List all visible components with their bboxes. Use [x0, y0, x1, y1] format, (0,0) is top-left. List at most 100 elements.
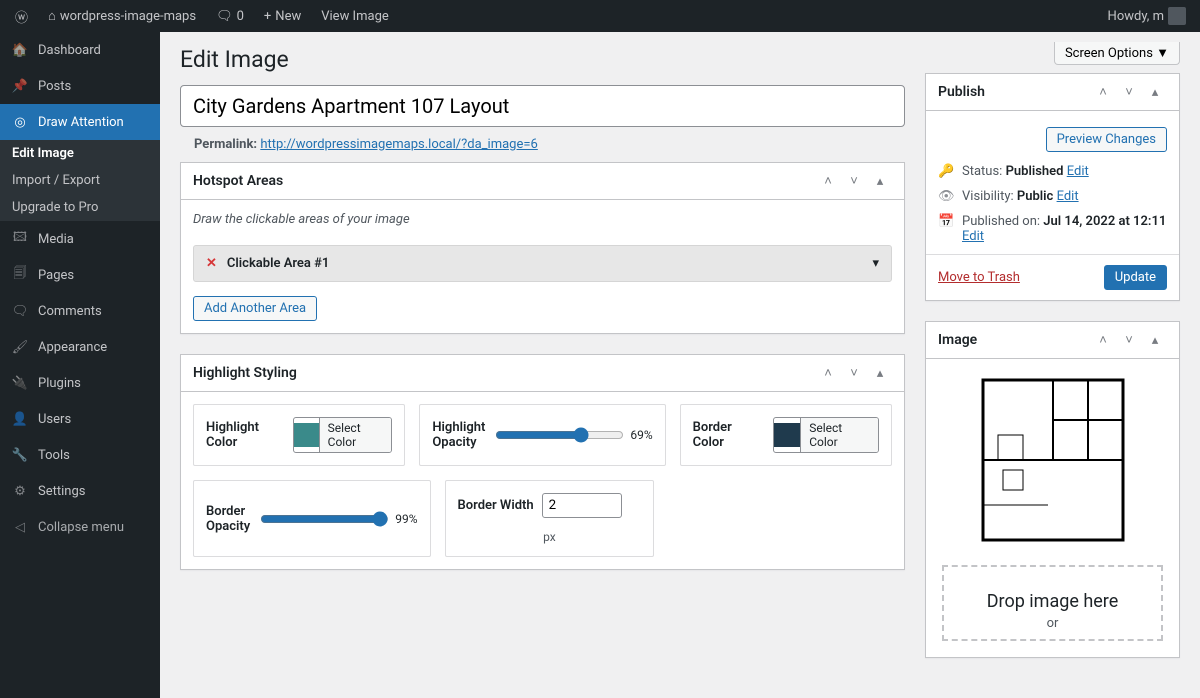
visibility-label: Visibility: [962, 189, 1014, 204]
published-value: Jul 14, 2022 at 12:11 [1043, 214, 1166, 229]
menu-media[interactable]: 🖾 Media [0, 221, 160, 257]
border-color-label: Border Color [693, 420, 763, 450]
border-select-color-button[interactable]: Select Color [800, 418, 878, 452]
submenu-upgrade[interactable]: Upgrade to Pro [0, 194, 160, 221]
menu-appearance-label: Appearance [38, 340, 107, 355]
border-opacity-slider[interactable] [260, 511, 389, 527]
edit-date-link[interactable]: Edit [962, 229, 984, 244]
panel-toggle[interactable]: ▴ [1143, 80, 1167, 104]
new-content[interactable]: + New [257, 9, 308, 24]
menu-settings[interactable]: ⚙ Settings [0, 473, 160, 509]
image-panel: Image ˄ ˅ ▴ [925, 321, 1180, 658]
menu-draw-attention[interactable]: ◎ Draw Attention [0, 104, 160, 140]
panel-move-up[interactable]: ˄ [816, 361, 840, 385]
chevron-up-icon: ˄ [824, 173, 832, 189]
comment-icon: 🗨 [10, 301, 30, 321]
calendar-icon: 📅 [938, 214, 954, 229]
hotspot-instruction: Draw the clickable areas of your image [193, 212, 892, 227]
panel-move-down[interactable]: ˅ [1117, 328, 1141, 352]
wp-logo[interactable]: ⓦ [8, 7, 35, 26]
floorplan-thumbnail[interactable] [978, 375, 1128, 545]
screen-options-button[interactable]: Screen Options ▼ [1054, 42, 1180, 65]
view-image-label: View Image [321, 9, 389, 24]
menu-dashboard[interactable]: 🏠 Dashboard [0, 32, 160, 68]
update-button[interactable]: Update [1104, 265, 1167, 290]
menu-posts[interactable]: 📌 Posts [0, 68, 160, 104]
menu-comments-label: Comments [38, 304, 102, 319]
edit-status-link[interactable]: Edit [1067, 164, 1089, 179]
panel-move-down[interactable]: ˅ [1117, 80, 1141, 104]
menu-settings-label: Settings [38, 484, 85, 499]
highlight-opacity-slider[interactable] [495, 427, 624, 443]
site-name-text: wordpress-image-maps [60, 9, 196, 24]
border-opacity-value: 99% [395, 512, 417, 526]
avatar[interactable] [1168, 7, 1186, 25]
page-icon: 🗐 [10, 265, 30, 285]
users-icon: 👤 [10, 409, 30, 429]
panel-toggle[interactable]: ▴ [868, 169, 892, 193]
chevron-down-icon: ˅ [1125, 332, 1133, 348]
page-title: Edit Image [180, 46, 905, 73]
highlight-select-color-button[interactable]: Select Color [319, 418, 392, 452]
menu-pages[interactable]: 🗐 Pages [0, 257, 160, 293]
edit-visibility-link[interactable]: Edit [1057, 189, 1079, 204]
site-name-link[interactable]: ⌂ wordpress-image-maps [41, 8, 203, 24]
pin-icon: 📌 [10, 76, 30, 96]
area-expand-toggle[interactable]: ▾ [872, 256, 879, 271]
published-label: Published on: [962, 214, 1040, 229]
move-to-trash-link[interactable]: Move to Trash [938, 270, 1020, 285]
permalink-row: Permalink: http://wordpressimagemaps.loc… [180, 127, 905, 162]
border-width-label: Border Width [458, 498, 534, 513]
triangle-down-icon: ▾ [872, 256, 879, 271]
collapse-menu[interactable]: ◁ Collapse menu [0, 509, 160, 545]
wordpress-icon: ⓦ [15, 7, 28, 26]
collapse-label: Collapse menu [38, 520, 124, 535]
image-title-input[interactable] [180, 85, 905, 127]
caret-up-icon: ▴ [1152, 333, 1159, 348]
panel-move-down[interactable]: ˅ [842, 361, 866, 385]
collapse-icon: ◁ [10, 517, 30, 537]
highlight-opacity-box: Highlight Opacity 69% [419, 404, 665, 466]
panel-toggle[interactable]: ▴ [1143, 328, 1167, 352]
preview-changes-button[interactable]: Preview Changes [1046, 127, 1167, 152]
menu-users-label: Users [38, 412, 71, 427]
image-dropzone[interactable]: Drop image here or [942, 565, 1163, 641]
panel-move-up[interactable]: ˄ [1091, 328, 1115, 352]
wrench-icon: 🔧 [10, 445, 30, 465]
draw-attention-icon: ◎ [10, 112, 30, 132]
dropzone-title: Drop image here [954, 591, 1151, 612]
visibility-value: Public [1017, 189, 1053, 204]
image-panel-title: Image [938, 322, 977, 358]
submenu-import-export[interactable]: Import / Export [0, 167, 160, 194]
menu-users[interactable]: 👤 Users [0, 401, 160, 437]
chevron-up-icon: ˄ [1099, 332, 1107, 348]
comments-bubble[interactable]: 🗨 0 [209, 9, 251, 24]
remove-area-icon[interactable]: ✕ [206, 256, 217, 271]
highlight-opacity-value: 69% [630, 428, 652, 442]
submenu-edit-image[interactable]: Edit Image [0, 140, 160, 167]
plus-icon: + [264, 9, 271, 24]
border-opacity-label: Border Opacity [206, 504, 250, 534]
add-another-area-button[interactable]: Add Another Area [193, 296, 317, 321]
menu-plugins-label: Plugins [38, 376, 81, 391]
panel-toggle[interactable]: ▴ [868, 361, 892, 385]
menu-plugins[interactable]: 🔌 Plugins [0, 365, 160, 401]
dropzone-or: or [954, 616, 1151, 631]
panel-move-down[interactable]: ˅ [842, 169, 866, 193]
panel-move-up[interactable]: ˄ [1091, 80, 1115, 104]
highlight-color-swatch[interactable] [294, 423, 318, 447]
menu-tools[interactable]: 🔧 Tools [0, 437, 160, 473]
howdy-text[interactable]: Howdy, m [1108, 9, 1164, 24]
panel-move-up[interactable]: ˄ [816, 169, 840, 193]
status-label: Status: [962, 164, 1002, 179]
border-width-input[interactable] [542, 493, 622, 518]
menu-appearance[interactable]: 🖌 Appearance [0, 329, 160, 365]
permalink-link[interactable]: http://wordpressimagemaps.local/?da_imag… [260, 137, 538, 152]
border-color-swatch[interactable] [774, 423, 800, 447]
menu-comments[interactable]: 🗨 Comments [0, 293, 160, 329]
chevron-up-icon: ˄ [1099, 84, 1107, 100]
clickable-area-1[interactable]: ✕ Clickable Area #1 ▾ [193, 245, 892, 282]
view-image-link[interactable]: View Image [314, 9, 396, 24]
border-color-box: Border Color Select Color [680, 404, 892, 466]
menu-pages-label: Pages [38, 268, 74, 283]
